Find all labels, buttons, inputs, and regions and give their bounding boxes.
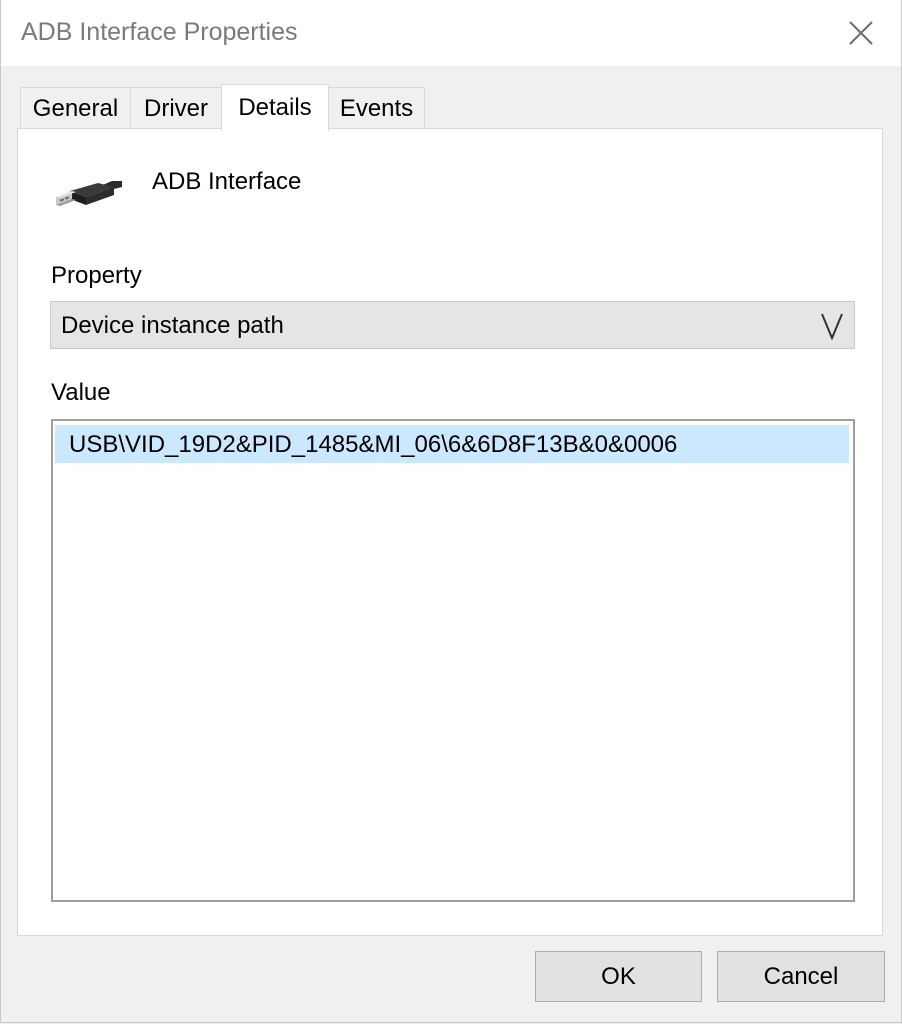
cancel-button[interactable]: Cancel — [717, 951, 885, 1002]
window-title: ADB Interface Properties — [21, 18, 298, 46]
tab-driver[interactable]: Driver — [130, 87, 222, 129]
value-label: Value — [51, 379, 111, 406]
tab-details[interactable]: Details — [221, 84, 329, 131]
list-item[interactable]: USB\VID_19D2&PID_1485&MI_06\6&6D8F13B&0&… — [55, 425, 849, 463]
properties-dialog: ADB Interface Properties General Driver … — [0, 0, 902, 1023]
close-button[interactable] — [831, 8, 891, 58]
ok-button[interactable]: OK — [535, 951, 702, 1002]
tab-general[interactable]: General — [20, 87, 131, 129]
tab-events[interactable]: Events — [328, 87, 425, 129]
chevron-down-icon — [821, 313, 843, 341]
device-name: ADB Interface — [152, 168, 302, 195]
details-panel: ADB Interface Property Device instance p… — [17, 128, 883, 936]
title-bar: ADB Interface Properties — [1, 0, 901, 66]
value-listbox[interactable]: USB\VID_19D2&PID_1485&MI_06\6&6D8F13B&0&… — [51, 419, 855, 902]
property-dropdown[interactable]: Device instance path — [50, 301, 855, 349]
list-item-text: USB\VID_19D2&PID_1485&MI_06\6&6D8F13B&0&… — [69, 431, 678, 458]
usb-plug-icon — [56, 181, 122, 206]
close-icon — [849, 21, 873, 45]
property-selected-value: Device instance path — [61, 312, 284, 339]
property-label: Property — [51, 262, 142, 289]
